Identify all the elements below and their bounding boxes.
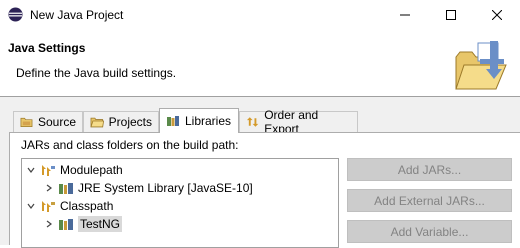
title-bar: New Java Project xyxy=(0,0,520,30)
libraries-icon xyxy=(167,116,179,126)
tree-item-label: TestNG xyxy=(78,216,123,232)
java-project-folder-icon xyxy=(455,41,507,90)
chevron-right-icon[interactable] xyxy=(44,183,54,193)
tree-item-testng[interactable]: TestNG xyxy=(44,215,123,233)
library-icon xyxy=(59,183,73,194)
eclipse-icon xyxy=(8,7,23,22)
tab-label: Libraries xyxy=(185,114,232,128)
library-icon xyxy=(59,219,73,230)
tab-projects[interactable]: Projects xyxy=(83,111,159,132)
add-jars-button[interactable]: Add JARs... xyxy=(347,158,512,181)
minimize-button[interactable] xyxy=(382,0,428,30)
tree-item-label: Classpath xyxy=(60,199,114,213)
source-folder-icon xyxy=(20,117,33,128)
projects-icon xyxy=(90,117,104,128)
minimize-icon xyxy=(400,14,410,16)
build-path-tree[interactable]: Modulepath JRE System Library [JavaSE-10… xyxy=(21,158,339,248)
tree-item-label: JRE System Library [JavaSE-10] xyxy=(78,181,253,195)
classpath-icon xyxy=(42,201,55,212)
content-area: Source Projects Libraries Order and Expo… xyxy=(0,97,520,248)
close-button[interactable] xyxy=(474,0,520,30)
window-title: New Java Project xyxy=(30,8,124,22)
libraries-panel: JARs and class folders on the build path… xyxy=(9,132,520,248)
build-path-label: JARs and class folders on the build path… xyxy=(21,138,239,152)
tab-label: Projects xyxy=(108,115,152,129)
tab-libraries[interactable]: Libraries xyxy=(159,108,239,133)
add-external-jars-button[interactable]: Add External JARs... xyxy=(347,189,512,212)
chevron-down-icon[interactable] xyxy=(26,201,36,211)
wizard-header: Java Settings Define the Java build sett… xyxy=(0,30,520,96)
page-description: Define the Java build settings. xyxy=(16,66,177,80)
tree-item-label: Modulepath xyxy=(60,163,123,177)
chevron-right-icon[interactable] xyxy=(44,219,54,229)
tree-item-modulepath[interactable]: Modulepath xyxy=(26,161,123,179)
modulepath-icon xyxy=(42,165,55,176)
tab-order-and-export[interactable]: Order and Export xyxy=(239,108,358,136)
maximize-icon xyxy=(446,10,456,20)
add-variable-button[interactable]: Add Variable... xyxy=(347,220,512,243)
close-icon xyxy=(492,10,502,20)
tree-item-classpath[interactable]: Classpath xyxy=(26,197,113,215)
maximize-button[interactable] xyxy=(428,0,474,30)
chevron-down-icon[interactable] xyxy=(26,165,36,175)
order-export-icon xyxy=(246,117,259,127)
tab-label: Source xyxy=(37,115,76,129)
tree-item-jre-system-library[interactable]: JRE System Library [JavaSE-10] xyxy=(44,179,253,197)
tab-source[interactable]: Source xyxy=(13,111,83,132)
page-title: Java Settings xyxy=(8,41,86,55)
